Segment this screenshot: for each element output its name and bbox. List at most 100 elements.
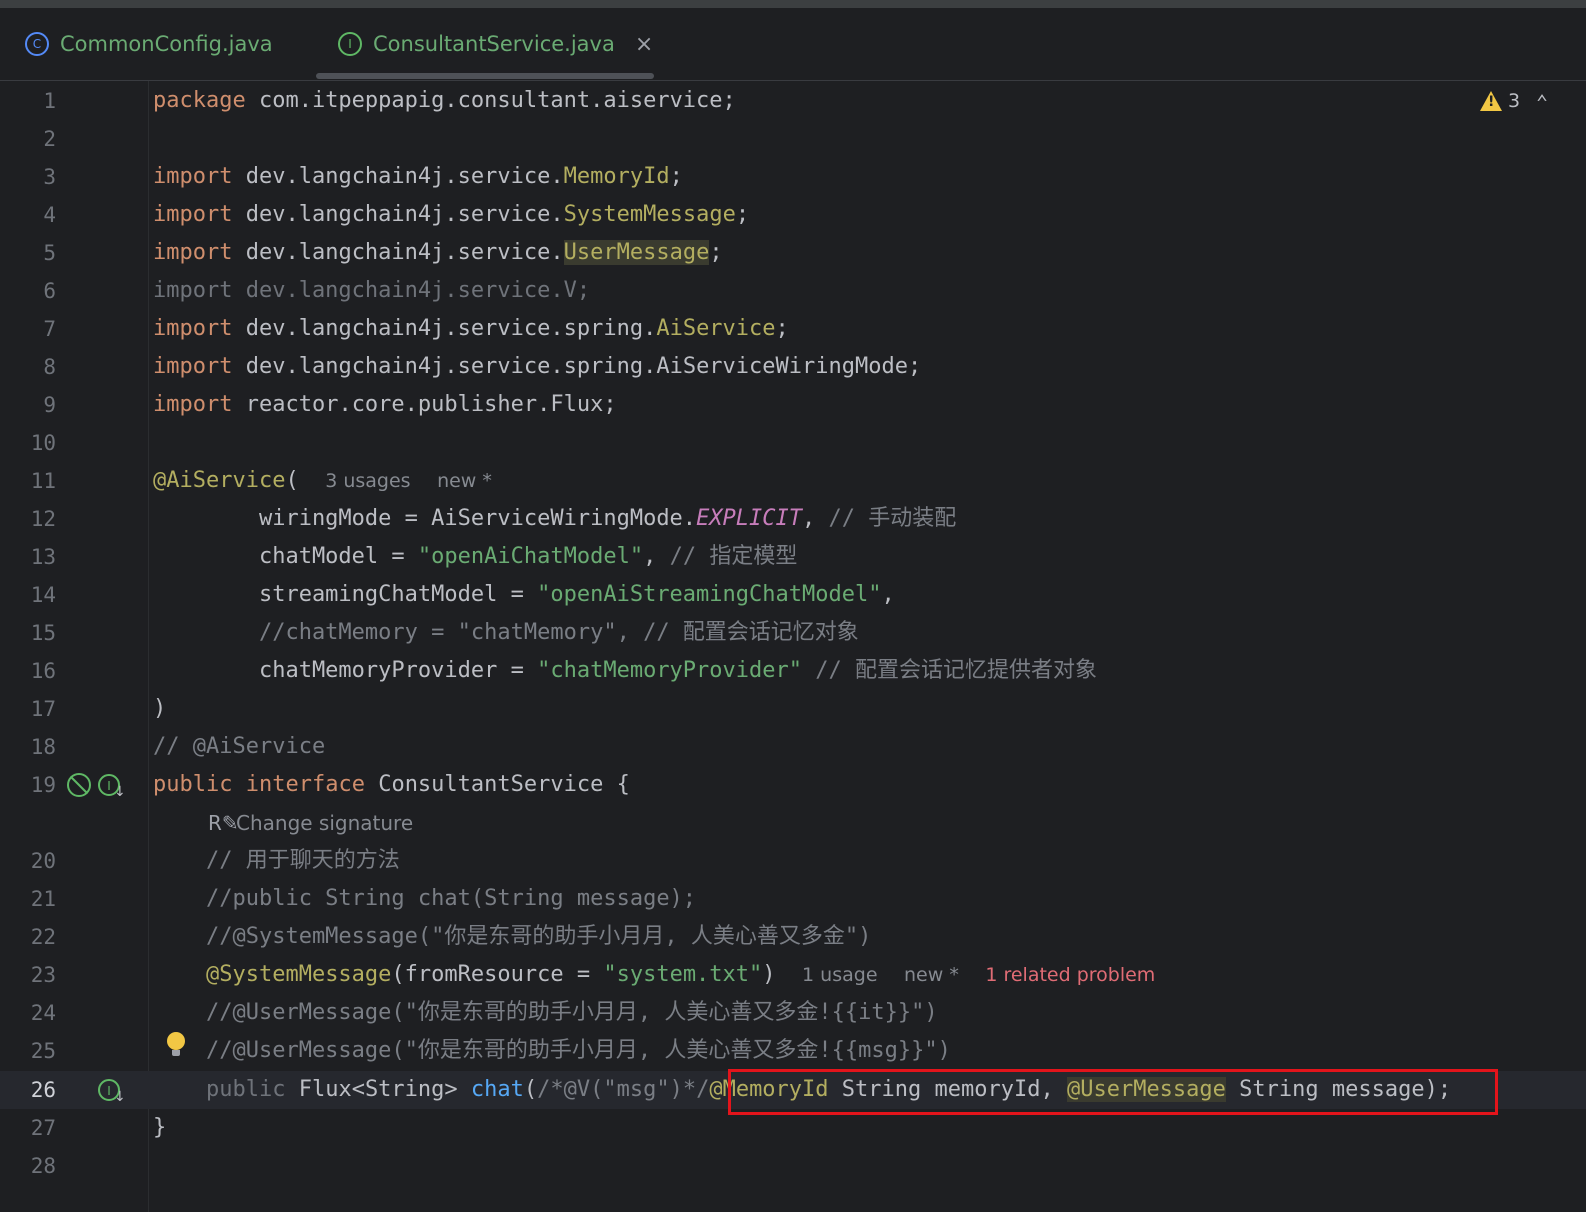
editor-tab-bar: C CommonConfig.java I ConsultantService.… xyxy=(0,8,1586,81)
code-comment: //@UserMessage("你是东哥的助手小月月, 人美心善又多金!{{ms… xyxy=(153,1038,951,1063)
implemented-interface-icon[interactable]: I ↓ xyxy=(98,774,126,800)
code-text: import reactor.core.publisher.Flux; xyxy=(153,392,617,417)
code-text: chatModel = "openAiChatModel", // 指定模型 xyxy=(153,544,798,569)
tab-consultantservice[interactable]: I ConsultantService.java × xyxy=(338,8,653,80)
line-number: 2 xyxy=(43,127,56,151)
code-line[interactable]: 14 streamingChatModel = "openAiStreaming… xyxy=(0,576,1586,614)
line-number: 22 xyxy=(30,925,56,949)
code-text: } xyxy=(153,1115,167,1140)
author-hint: new * xyxy=(904,964,959,986)
code-line[interactable]: 10 xyxy=(0,424,1586,462)
code-line[interactable]: 16 chatMemoryProvider = "chatMemoryProvi… xyxy=(0,652,1586,690)
tab-commonconfig[interactable]: C CommonConfig.java xyxy=(25,8,273,80)
code-line[interactable]: 4 import dev.langchain4j.service.SystemM… xyxy=(0,196,1586,234)
code-line[interactable]: 6 import dev.langchain4j.service.V; xyxy=(0,272,1586,310)
implemented-method-icon[interactable]: I ↓ xyxy=(98,1079,126,1105)
code-line[interactable]: 19 I ↓ public interface ConsultantService… xyxy=(0,766,1586,804)
code-line[interactable]: 17 ) xyxy=(0,690,1586,728)
close-icon[interactable]: × xyxy=(635,32,653,57)
change-signature-label[interactable]: Change signature xyxy=(236,804,413,842)
code-comment: // @AiService xyxy=(153,734,326,759)
code-line[interactable]: 20 // 用于聊天的方法 xyxy=(0,842,1586,880)
code-text: wiringMode = AiServiceWiringMode.EXPLICI… xyxy=(153,506,957,531)
line-number: 12 xyxy=(30,507,56,531)
code-line[interactable]: 22 //@SystemMessage("你是东哥的助手小月月, 人美心善又多金… xyxy=(0,918,1586,956)
code-line[interactable]: 3 import dev.langchain4j.service.MemoryI… xyxy=(0,158,1586,196)
author-hint: new * xyxy=(437,470,492,492)
line-number: 16 xyxy=(30,659,56,683)
code-text: public interface ConsultantService { xyxy=(153,772,630,797)
code-text: chatMemoryProvider = "chatMemoryProvider… xyxy=(153,658,1098,683)
line-number: 4 xyxy=(43,203,56,227)
code-text: ) xyxy=(153,696,167,721)
code-text: import dev.langchain4j.service.MemoryId; xyxy=(153,164,683,189)
lightbulb-icon[interactable] xyxy=(167,1032,185,1056)
code-comment: //@SystemMessage("你是东哥的助手小月月, 人美心善又多金") xyxy=(153,924,872,949)
line-number: 20 xyxy=(30,849,56,873)
line-number: 15 xyxy=(30,621,56,645)
code-text: import dev.langchain4j.service.spring.Ai… xyxy=(153,316,789,341)
line-number: 26 xyxy=(30,1078,56,1102)
change-signature-hint[interactable]: R✎ Change signature xyxy=(0,804,1586,842)
code-comment: // 用于聊天的方法 xyxy=(153,848,400,873)
code-text: @SystemMessage(fromResource = "system.tx… xyxy=(205,962,1156,987)
line-number: 24 xyxy=(30,1001,56,1025)
code-line[interactable]: 23 @SystemMessage(fromResource = "system… xyxy=(0,956,1586,994)
line-number: 9 xyxy=(43,393,56,417)
line-number: 13 xyxy=(30,545,56,569)
line-number: 6 xyxy=(43,279,56,303)
line-number: 23 xyxy=(30,963,56,987)
line-number: 8 xyxy=(43,355,56,379)
line-number: 18 xyxy=(30,735,56,759)
code-text: @AiService( 3 usages new * xyxy=(153,468,492,493)
code-line[interactable]: 9 import reactor.core.publisher.Flux; xyxy=(0,386,1586,424)
code-text: streamingChatModel = "openAiStreamingCha… xyxy=(153,582,895,607)
code-line[interactable]: 2 xyxy=(0,120,1586,158)
refactor-icon: R✎ xyxy=(208,811,239,835)
code-line[interactable]: 28 xyxy=(0,1147,1586,1185)
tab-label: CommonConfig.java xyxy=(60,32,273,56)
code-line[interactable]: 5 import dev.langchain4j.service.UserMes… xyxy=(0,234,1586,272)
line-number: 19 xyxy=(30,773,56,797)
code-line[interactable]: 24 //@UserMessage("你是东哥的助手小月月, 人美心善又多金!{… xyxy=(0,994,1586,1032)
tab-label: ConsultantService.java xyxy=(373,32,615,56)
code-text: import dev.langchain4j.service.UserMessa… xyxy=(153,240,723,265)
unused-import: import dev.langchain4j.service.V; xyxy=(153,278,591,303)
code-text: package com.itpeppapig.consultant.aiserv… xyxy=(153,88,736,113)
usages-hint: 3 usages xyxy=(325,470,411,492)
active-tab-indicator xyxy=(316,73,654,79)
code-line[interactable]: 27 } xyxy=(0,1109,1586,1147)
line-number: 11 xyxy=(30,469,56,493)
code-line[interactable]: 12 wiringMode = AiServiceWiringMode.EXPL… xyxy=(0,500,1586,538)
line-number: 10 xyxy=(30,431,56,455)
interface-icon: I xyxy=(338,32,362,56)
code-text: import dev.langchain4j.service.spring.Ai… xyxy=(153,354,922,379)
related-problem-hint: 1 related problem xyxy=(985,964,1156,986)
line-number: 21 xyxy=(30,887,56,911)
code-line[interactable]: 15 //chatMemory = "chatMemory", // 配置会话记… xyxy=(0,614,1586,652)
class-icon: C xyxy=(25,32,49,56)
code-line[interactable]: 7 import dev.langchain4j.service.spring.… xyxy=(0,310,1586,348)
code-text: import dev.langchain4j.service.SystemMes… xyxy=(153,202,750,227)
code-line[interactable]: 25 //@UserMessage("你是东哥的助手小月月, 人美心善又多金!{… xyxy=(0,1032,1586,1070)
code-line[interactable]: 13 chatModel = "openAiChatModel", // 指定模… xyxy=(0,538,1586,576)
line-number: 3 xyxy=(43,165,56,189)
line-number: 1 xyxy=(43,89,56,113)
line-number: 7 xyxy=(43,317,56,341)
code-comment: //chatMemory = "chatMemory", // 配置会话记忆对象 xyxy=(153,620,859,645)
code-line[interactable]: 11 @AiService( 3 usages new * xyxy=(0,462,1586,500)
code-line[interactable]: 1 package com.itpeppapig.consultant.aise… xyxy=(0,82,1586,120)
code-line[interactable]: 8 import dev.langchain4j.service.spring.… xyxy=(0,348,1586,386)
usages-hint: 1 usage xyxy=(802,964,878,986)
line-number: 25 xyxy=(30,1039,56,1063)
line-number: 5 xyxy=(43,241,56,265)
line-number: 14 xyxy=(30,583,56,607)
window-top-strip xyxy=(0,0,1586,8)
line-number: 28 xyxy=(30,1154,56,1178)
line-number: 17 xyxy=(30,697,56,721)
line-number: 27 xyxy=(30,1116,56,1140)
code-line[interactable]: 18 // @AiService xyxy=(0,728,1586,766)
code-comment: //@UserMessage("你是东哥的助手小月月, 人美心善又多金!{{it… xyxy=(153,1000,938,1025)
code-line[interactable]: 21 //public String chat(String message); xyxy=(0,880,1586,918)
no-implementation-icon[interactable] xyxy=(67,773,91,797)
